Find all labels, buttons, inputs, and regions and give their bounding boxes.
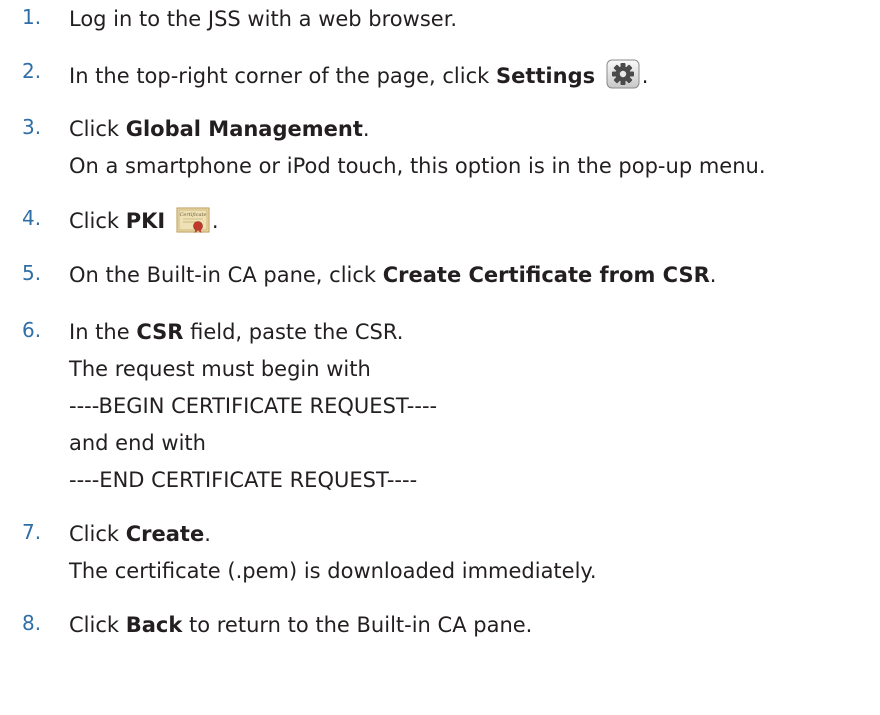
step-text-pre: Click <box>69 209 126 233</box>
step-number: 7. <box>22 520 42 544</box>
pki-label: PKI <box>125 209 166 233</box>
svg-text:Certificate: Certificate <box>179 212 206 218</box>
create-label: Create <box>125 522 205 546</box>
step-text: Log in to the JSS with a web browser. <box>69 7 458 31</box>
step-text: On the Built-in CA pane, click Create Ce… <box>69 261 716 289</box>
step-number: 8. <box>22 611 42 635</box>
create-certificate-label: Create Certificate from CSR <box>382 263 710 287</box>
step-text-post: . <box>362 117 370 141</box>
step-note: The request must begin with <box>69 357 371 381</box>
step-note: The certificate (.pem) is downloaded imm… <box>69 559 597 583</box>
step-text-post: to return to the Built-in CA pane. <box>182 613 533 637</box>
step-number: 5. <box>22 261 42 285</box>
step-number: 6. <box>22 318 42 342</box>
step-text-pre: On the Built-in CA pane, click <box>69 263 383 287</box>
step-number: 3. <box>22 115 42 139</box>
gear-icon <box>606 59 640 96</box>
step-text-pre: Click <box>69 117 126 141</box>
step-number: 4. <box>22 206 42 230</box>
step-text-post: . <box>211 209 219 233</box>
back-label: Back <box>125 613 183 637</box>
step-note: On a smartphone or iPod touch, this opti… <box>69 154 766 178</box>
step-text: Click Back to return to the Built-in CA … <box>69 611 532 639</box>
step-text-pre: Click <box>69 613 126 637</box>
certificate-icon: Certificate <box>176 206 210 241</box>
step-text-pre: Click <box>69 522 126 546</box>
step-text-post: . <box>709 263 717 287</box>
step-text-pre: In the <box>69 320 137 344</box>
step-text: In the top-right corner of the page, cli… <box>69 59 648 96</box>
step-text-post: . <box>641 64 649 88</box>
step-text: Click PKI Certificate . <box>69 206 219 241</box>
step-text: Click Create. <box>69 520 211 548</box>
step-note: and end with <box>69 431 206 455</box>
settings-label: Settings <box>495 64 596 88</box>
step-note: ----BEGIN CERTIFICATE REQUEST---- <box>69 394 438 418</box>
step-text-pre: In the top-right corner of the page, cli… <box>69 64 496 88</box>
step-text-post: field, paste the CSR. <box>183 320 404 344</box>
global-management-label: Global Management <box>125 117 363 141</box>
step-text: In the CSR field, paste the CSR. <box>69 318 403 346</box>
step-text-post: . <box>204 522 211 546</box>
step-text: Click Global Management. <box>69 115 370 143</box>
step-number: 2. <box>22 59 42 83</box>
step-note: ----END CERTIFICATE REQUEST---- <box>69 468 418 492</box>
step-number: 1. <box>22 5 42 29</box>
csr-label: CSR <box>136 320 184 344</box>
